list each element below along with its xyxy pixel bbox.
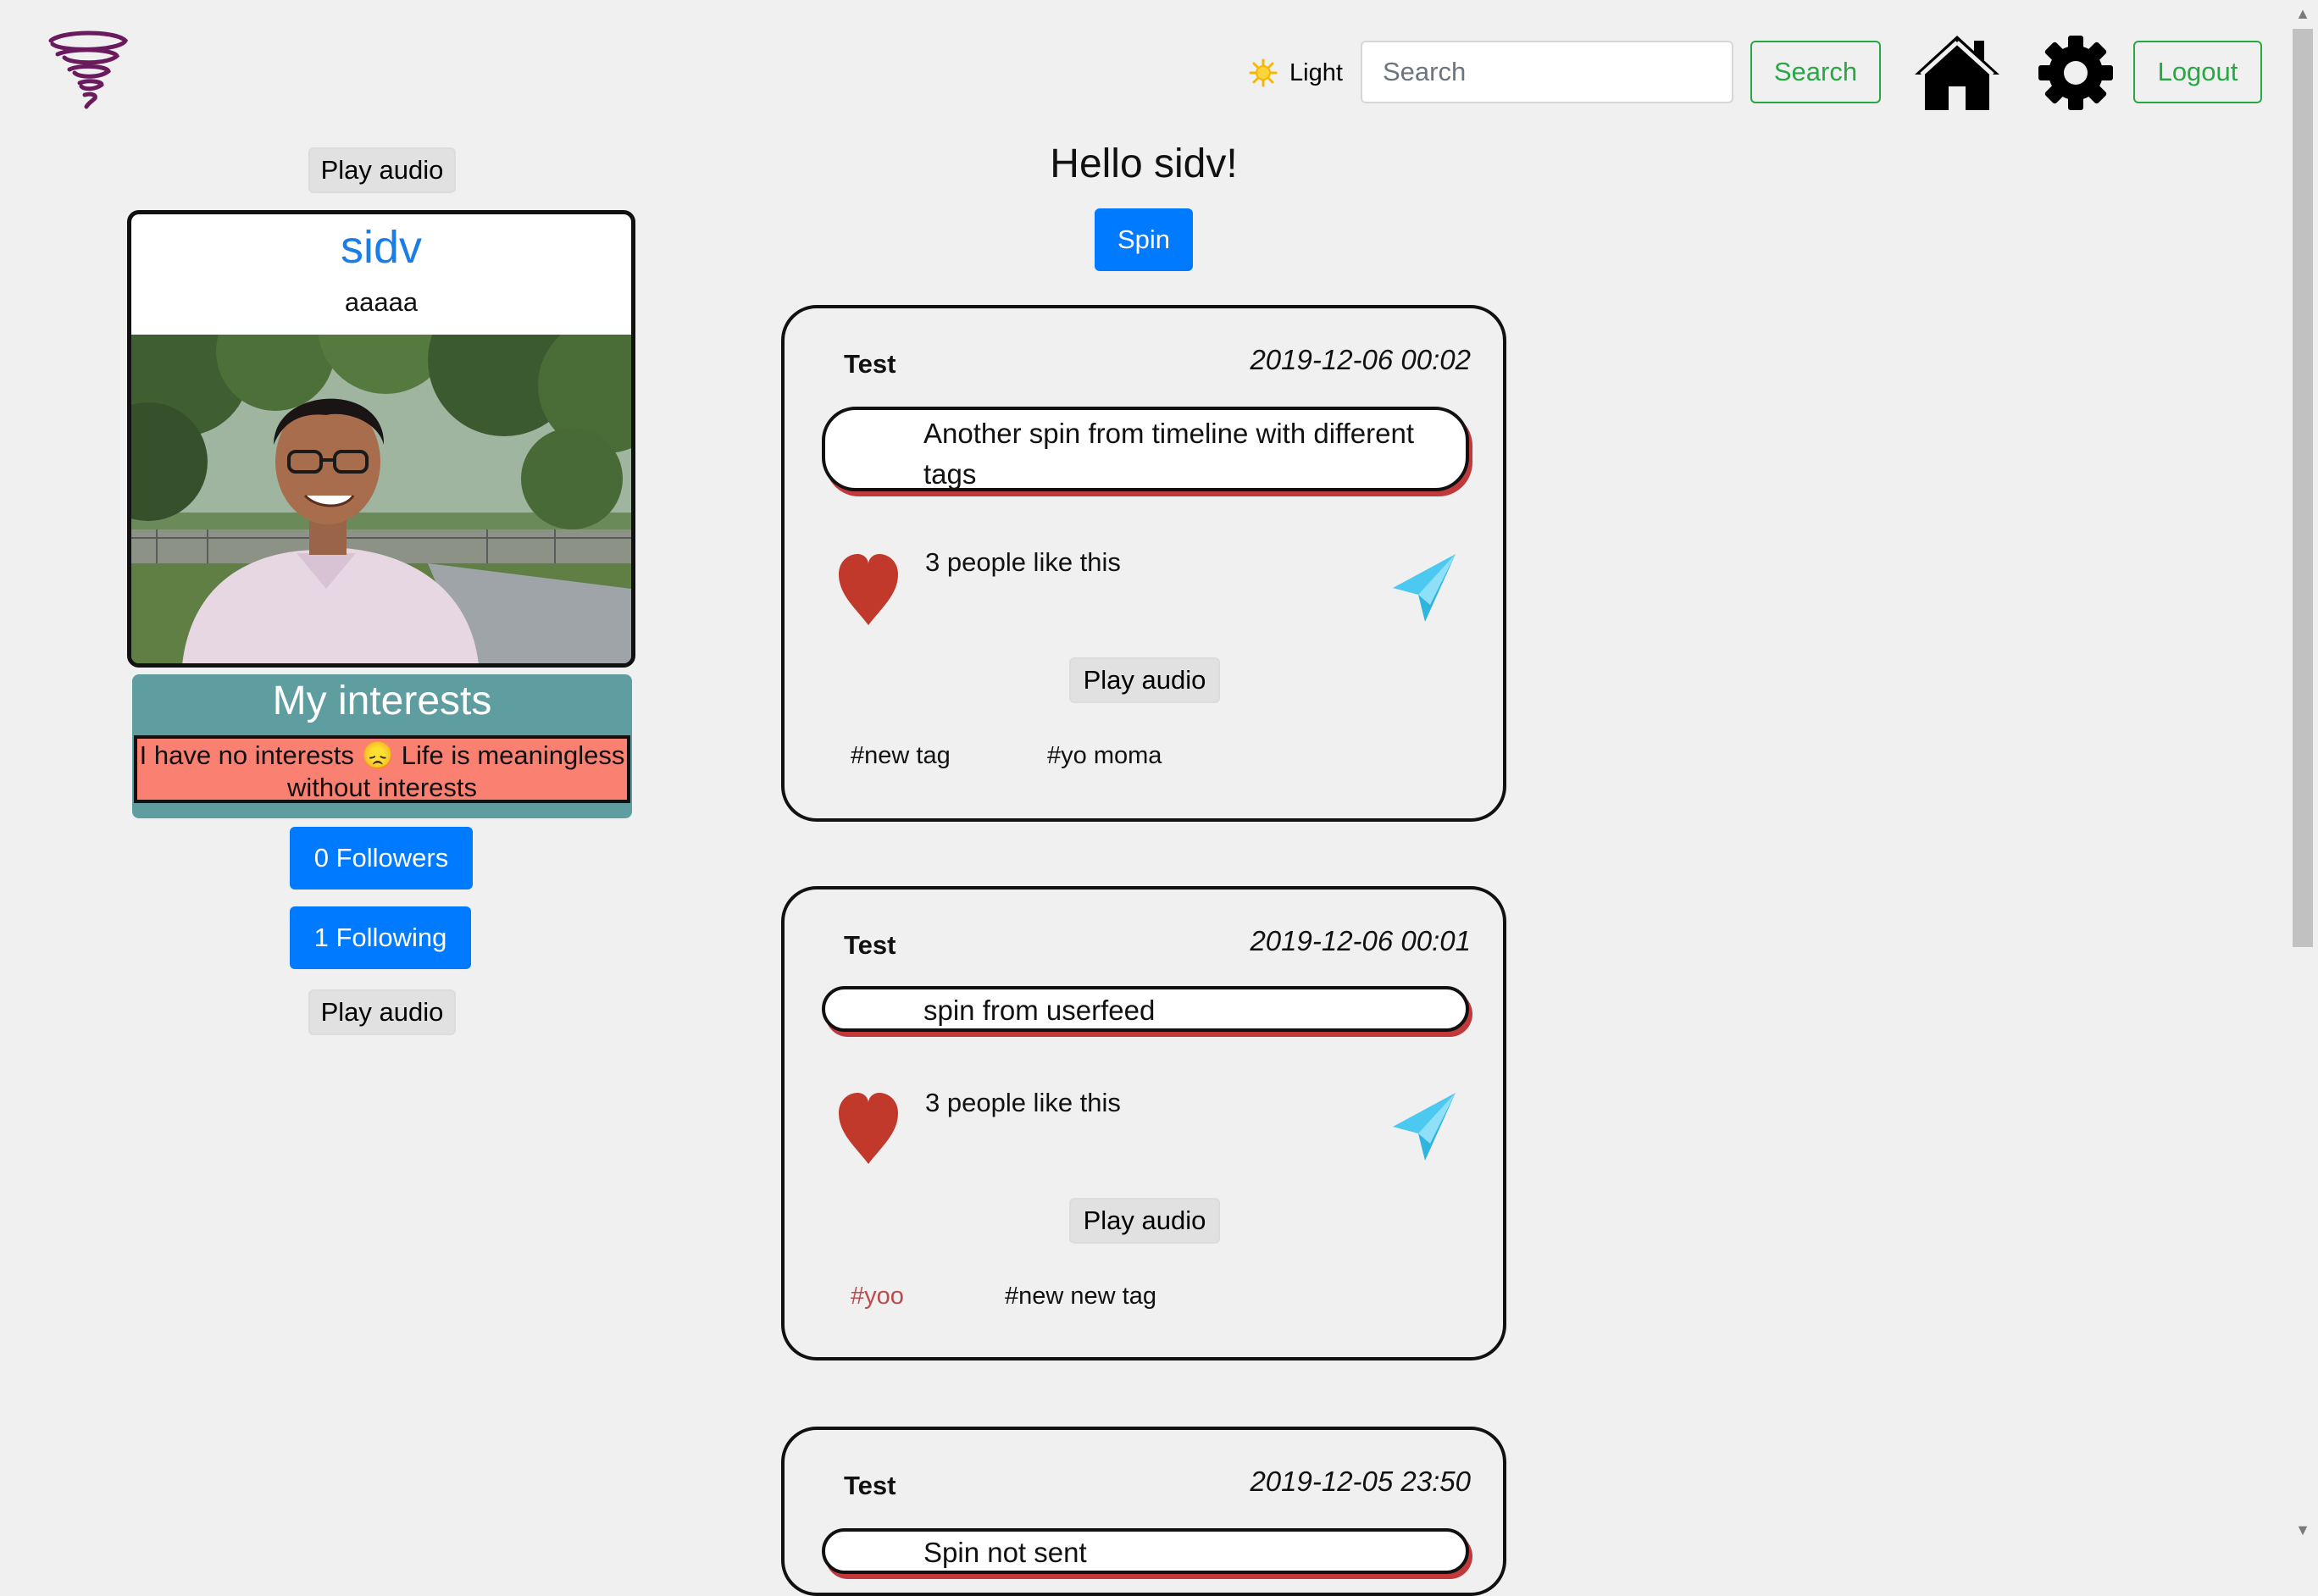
post-date: 2019-12-06 00:01 [1250,925,1471,956]
profile-card: sidv aaaaa [127,210,635,668]
scrollbar-thumb[interactable] [2293,29,2313,947]
post-play-audio-button[interactable]: Play audio [1069,1198,1220,1244]
likes-count: 3 people like this [925,1088,1121,1117]
gear-icon[interactable] [2037,34,2115,112]
post-text: Spin not sent [822,1528,1469,1574]
post-tag[interactable]: #yo moma [1047,742,1162,770]
post-text: spin from userfeed [822,986,1469,1032]
post-text: Another spin from timeline with differen… [822,407,1469,491]
theme-toggle[interactable]: Light [1249,56,1343,90]
post-author: Test [844,349,896,379]
likes-count: 3 people like this [925,547,1121,577]
profile-bio: aaaaa [344,287,419,317]
scroll-up-arrow-icon[interactable]: ▲ [2293,3,2313,24]
profile-name: sidv [340,222,423,273]
interests-box: My interests I have no interests 😞 Life … [132,674,632,818]
post-tag[interactable]: #new new tag [1005,1283,1156,1311]
post-author: Test [844,930,896,960]
heart-icon[interactable] [839,554,898,625]
send-paper-plane-icon[interactable] [1393,1093,1456,1162]
search-button[interactable]: Search [1750,41,1881,103]
followers-button[interactable]: 0 Followers [290,827,473,889]
interests-text: I have no interests 😞 Life is meaningles… [134,735,630,803]
post-card: Test 2019-12-06 00:02 Another spin from … [781,305,1506,822]
tornado-logo-icon[interactable] [46,29,130,114]
post-play-audio-button[interactable]: Play audio [1069,657,1220,703]
profile-play-audio-button[interactable]: Play audio [308,147,456,193]
post-date: 2019-12-05 23:50 [1250,1466,1471,1497]
send-paper-plane-icon[interactable] [1393,554,1456,623]
heart-icon[interactable] [839,1093,898,1164]
greeting-heading: Hello sidv! [1050,141,1238,186]
home-icon[interactable] [1913,34,2001,112]
profile-play-audio-bottom-button[interactable]: Play audio [308,989,456,1035]
scroll-down-arrow-icon[interactable]: ▼ [2293,1520,2313,1540]
profile-photo [131,335,631,663]
post-card: Test 2019-12-06 00:01 spin from userfeed… [781,886,1506,1360]
following-button[interactable]: 1 Following [290,906,471,969]
post-date: 2019-12-06 00:02 [1250,344,1471,375]
theme-label: Light [1289,58,1343,86]
post-card: Test 2019-12-05 23:50 Spin not sent [781,1427,1506,1596]
post-author: Test [844,1471,896,1500]
logout-button[interactable]: Logout [2133,41,2262,103]
post-tag[interactable]: #yoo [851,1283,904,1311]
spin-button[interactable]: Spin [1095,208,1193,271]
post-tag[interactable]: #new tag [851,742,951,770]
interests-title: My interests [272,679,492,723]
search-input[interactable] [1361,41,1733,103]
sun-icon [1249,58,1278,87]
